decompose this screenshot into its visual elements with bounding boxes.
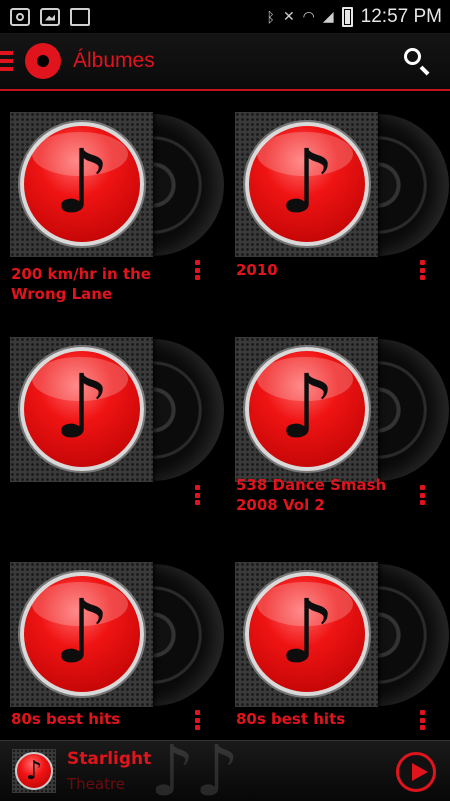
music-note-watermark-icon: ♪♪: [150, 741, 240, 801]
music-note-icon: ♪: [245, 347, 369, 471]
music-note-icon: ♪: [245, 572, 369, 696]
music-note-icon: ♪: [15, 752, 53, 790]
more-options-icon[interactable]: [195, 710, 201, 730]
target-icon: [10, 7, 30, 26]
album-tile[interactable]: ♪ 538 Dance Smash 2008 Vol 2: [235, 337, 450, 552]
album-cover: ♪: [10, 562, 225, 707]
more-options-icon[interactable]: [420, 260, 426, 280]
album-title: 80s best hits: [11, 710, 121, 728]
mute-icon: ✕: [282, 8, 295, 24]
album-title: 80s best hits: [236, 710, 346, 728]
search-icon: [404, 48, 421, 65]
now-playing-artist: Theatre: [67, 775, 126, 793]
now-playing-bar[interactable]: ♪♪ ♪ Starlight Theatre: [0, 740, 450, 801]
music-note-icon: ♪: [245, 122, 369, 246]
album-tile[interactable]: ♪ 2010: [235, 112, 450, 327]
album-cover: ♪: [235, 337, 450, 482]
album-tile[interactable]: ♪ 200 km/hr in the Wrong Lane: [10, 112, 225, 327]
play-icon[interactable]: [396, 752, 436, 792]
battery-icon: [341, 6, 353, 27]
now-playing-cover: ♪: [12, 749, 56, 793]
more-options-icon[interactable]: [195, 485, 201, 505]
briefcase-icon: [70, 7, 90, 26]
album-cover: ♪: [10, 337, 225, 482]
search-button[interactable]: [402, 46, 432, 76]
action-bar: Álbumes: [0, 33, 450, 91]
album-title: 538 Dance Smash 2008 Vol 2: [236, 476, 387, 514]
album-title: 2010: [236, 261, 278, 279]
bluetooth-icon: ᛒ: [266, 8, 275, 25]
now-playing-title: Starlight: [67, 749, 152, 769]
clock: 12:57 PM: [360, 5, 442, 27]
wifi-icon: ◠: [302, 8, 315, 24]
music-note-icon: ♪: [20, 347, 144, 471]
album-cover: ♪: [235, 112, 450, 257]
status-bar: ᛒ ✕ ◠ ◢ 12:57 PM: [0, 0, 450, 33]
album-title: 200 km/hr in the Wrong Lane: [11, 265, 151, 303]
music-note-icon: ♪: [20, 122, 144, 246]
menu-icon[interactable]: [0, 51, 13, 71]
page-title: Álbumes: [73, 49, 155, 72]
more-options-icon[interactable]: [420, 485, 426, 505]
more-options-icon[interactable]: [195, 260, 201, 280]
signal-icon: ◢: [322, 8, 334, 24]
album-cover: ♪: [235, 562, 450, 707]
music-note-icon: ♪: [20, 572, 144, 696]
album-cover: ♪: [10, 112, 225, 257]
app-logo[interactable]: [25, 43, 61, 79]
more-options-icon[interactable]: [420, 710, 426, 730]
album-tile[interactable]: ♪: [10, 337, 225, 552]
photo-icon: [40, 7, 60, 26]
